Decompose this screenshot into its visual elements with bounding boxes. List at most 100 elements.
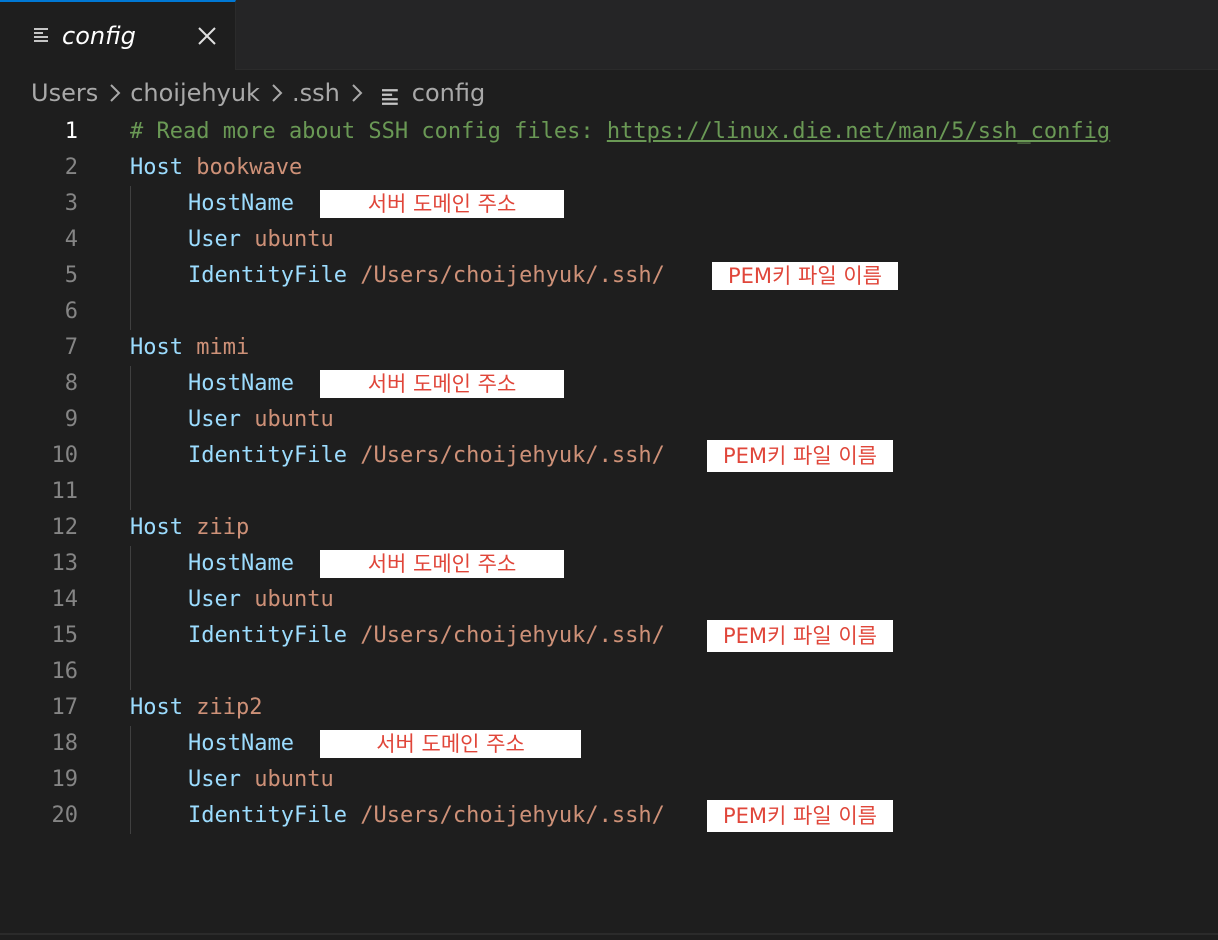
hostname-keyword: HostName [188, 371, 294, 396]
identityfile-keyword: IdentityFile [188, 803, 347, 828]
code-line: 6 [0, 294, 1218, 330]
line-number: 5 [64, 263, 78, 288]
hostname-keyword: HostName [188, 551, 294, 576]
hostname-redaction: 서버 도메인 주소 [320, 190, 564, 218]
code-text: IdentityFile /Users/choijehyuk/.ssh/ [188, 798, 665, 834]
code-line: 18 HostName 서버 도메인 주소 [0, 726, 1218, 762]
comment-link[interactable]: https://linux.die.net/man/5/ssh_config [607, 119, 1110, 144]
key-file-redaction: PEM키 파일 이름 [707, 440, 893, 472]
host-keyword: Host [130, 335, 183, 360]
hostname-keyword: HostName [188, 191, 294, 216]
code-line: 13 HostName 서버 도메인 주소 [0, 546, 1218, 582]
code-text: User ubuntu [188, 582, 334, 618]
line-number: 3 [64, 191, 78, 216]
user-keyword: User [188, 767, 241, 792]
host-keyword: Host [130, 515, 183, 540]
line-number: 6 [64, 299, 78, 324]
code-line: 11 [0, 474, 1218, 510]
line-number: 16 [51, 659, 79, 684]
code-line: 14 User ubuntu [0, 582, 1218, 618]
user-value: ubuntu [254, 587, 334, 612]
host-keyword: Host [130, 155, 183, 180]
line-number: 8 [64, 371, 78, 396]
code-line: 4 User ubuntu [0, 222, 1218, 258]
hostname-redaction: 서버 도메인 주소 [320, 730, 581, 758]
line-number: 4 [64, 227, 78, 252]
code-line: 5 IdentityFile /Users/choijehyuk/.ssh/ P… [0, 258, 1218, 294]
chevron-right-icon [104, 82, 126, 104]
identity-path: /Users/choijehyuk/.ssh/ [360, 263, 665, 288]
line-number: 19 [51, 767, 79, 792]
code-text: User ubuntu [188, 402, 334, 438]
panel-border [0, 933, 1218, 935]
hostname-redaction: 서버 도메인 주소 [320, 550, 564, 578]
tab-config[interactable]: config [0, 0, 236, 70]
hostname-redaction: 서버 도메인 주소 [320, 370, 564, 398]
identity-path: /Users/choijehyuk/.ssh/ [360, 443, 665, 468]
code-text: Host mimi [130, 330, 249, 366]
line-number: 14 [51, 587, 79, 612]
code-text: IdentityFile /Users/choijehyuk/.ssh/ [188, 438, 665, 474]
breadcrumb-item-users[interactable]: Users [31, 76, 98, 110]
line-number: 7 [64, 335, 78, 360]
identityfile-keyword: IdentityFile [188, 623, 347, 648]
code-text: IdentityFile /Users/choijehyuk/.ssh/ [188, 618, 665, 654]
code-line: 15 IdentityFile /Users/choijehyuk/.ssh/ … [0, 618, 1218, 654]
identityfile-keyword: IdentityFile [188, 263, 347, 288]
line-number: 1 [64, 119, 78, 144]
user-keyword: User [188, 587, 241, 612]
code-text: HostName [188, 546, 294, 582]
tab-label: config [62, 22, 136, 50]
key-file-redaction: PEM키 파일 이름 [707, 800, 893, 832]
code-text: # Read more about SSH config files: http… [130, 114, 1110, 150]
breadcrumb: Users choijehyuk .ssh config [31, 76, 485, 110]
breadcrumb-item-ssh[interactable]: .ssh [292, 76, 340, 110]
code-text: User ubuntu [188, 762, 334, 798]
host-name: ziip2 [196, 695, 263, 720]
code-text: HostName [188, 726, 294, 762]
key-file-redaction: PEM키 파일 이름 [712, 262, 898, 290]
code-line: 20 IdentityFile /Users/choijehyuk/.ssh/ … [0, 798, 1218, 834]
key-file-redaction: PEM키 파일 이름 [707, 620, 893, 652]
code-line: 17 Host ziip2 [0, 690, 1218, 726]
breadcrumb-item-user[interactable]: choijehyuk [130, 76, 260, 110]
line-number: 9 [64, 407, 78, 432]
identity-path: /Users/choijehyuk/.ssh/ [360, 623, 665, 648]
code-text: Host ziip2 [130, 690, 262, 726]
identity-path: /Users/choijehyuk/.ssh/ [360, 803, 665, 828]
host-name: mimi [196, 335, 250, 360]
comment-text: # Read more about SSH config files: [130, 119, 607, 144]
breadcrumb-item-file[interactable]: config [412, 76, 485, 110]
chevron-right-icon [346, 82, 368, 104]
code-line: 12 Host ziip [0, 510, 1218, 546]
code-line: 8 HostName 서버 도메인 주소 [0, 366, 1218, 402]
line-number: 2 [64, 155, 78, 180]
user-value: ubuntu [254, 227, 334, 252]
code-text: Host bookwave [130, 150, 302, 186]
code-line: 2 Host bookwave [0, 150, 1218, 186]
code-text: IdentityFile /Users/choijehyuk/.ssh/ [188, 258, 665, 294]
code-line: 9 User ubuntu [0, 402, 1218, 438]
code-text: HostName [188, 366, 294, 402]
line-number: 20 [51, 803, 79, 828]
code-text: HostName [188, 186, 294, 222]
user-keyword: User [188, 407, 241, 432]
user-keyword: User [188, 227, 241, 252]
host-name: ziip [196, 515, 250, 540]
line-number: 17 [51, 695, 79, 720]
code-line: 19 User ubuntu [0, 762, 1218, 798]
line-number: 18 [51, 731, 79, 756]
file-lines-icon [381, 84, 400, 105]
code-line: 16 [0, 654, 1218, 690]
code-line: 1 # Read more about SSH config files: ht… [0, 114, 1218, 150]
chevron-right-icon [266, 82, 288, 104]
line-number: 15 [51, 623, 79, 648]
host-name: bookwave [196, 155, 303, 180]
code-editor[interactable]: 1 # Read more about SSH config files: ht… [0, 114, 1218, 834]
tab-bar: config [0, 0, 1218, 70]
code-line: 10 IdentityFile /Users/choijehyuk/.ssh/ … [0, 438, 1218, 474]
user-value: ubuntu [254, 407, 334, 432]
line-number: 13 [51, 551, 79, 576]
code-line: 7 Host mimi [0, 330, 1218, 366]
close-icon[interactable] [196, 25, 218, 47]
